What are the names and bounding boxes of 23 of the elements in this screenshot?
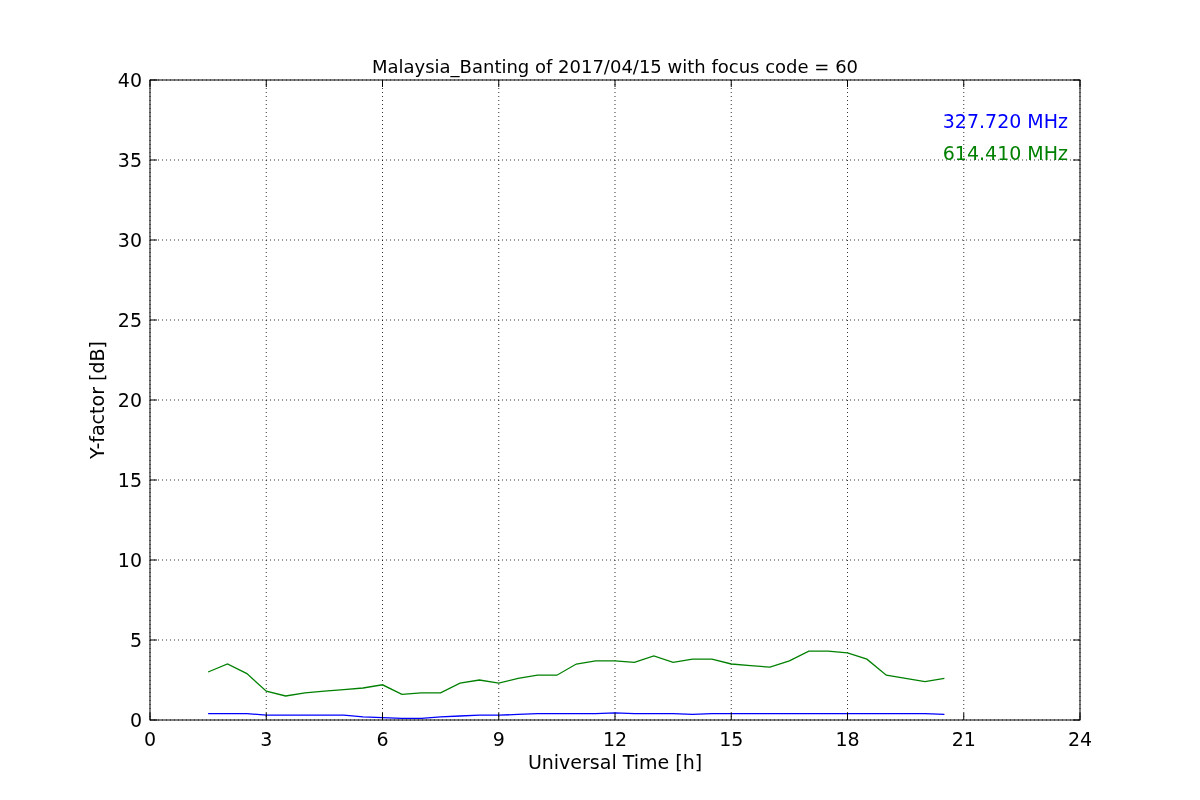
x-tick-label: 0 [143,728,157,750]
y-tick-label: 10 [117,549,142,571]
x-tick-label: 12 [602,728,628,750]
y-tick-label: 20 [117,389,142,411]
x-axis-label: Universal Time [h] [527,751,703,773]
x-tick-label: 15 [719,728,744,750]
x-tick-label: 21 [951,728,976,750]
x-tick-label: 6 [376,728,389,750]
legend-label: 327.720 MHz [942,110,1068,132]
y-tick-label: 15 [117,469,142,491]
y-tick-label: 40 [117,69,142,91]
chart-title: Malaysia_Banting of 2017/04/15 with focus code = 60 [371,56,859,77]
x-tick-label: 3 [260,728,273,750]
x-tick-label: 18 [835,728,860,750]
x-tick-label: 9 [492,728,505,750]
y-tick-label: 5 [129,629,142,651]
y-tick-label: 35 [117,149,142,171]
y-tick-label: 30 [117,229,142,251]
legend-label: 614.410 MHz [942,142,1068,164]
x-tick-label: 24 [1067,728,1093,750]
y-tick-label: 25 [117,309,142,331]
y-axis-label: Y-factor [dB] [86,341,108,459]
y-tick-label: 0 [129,709,142,731]
